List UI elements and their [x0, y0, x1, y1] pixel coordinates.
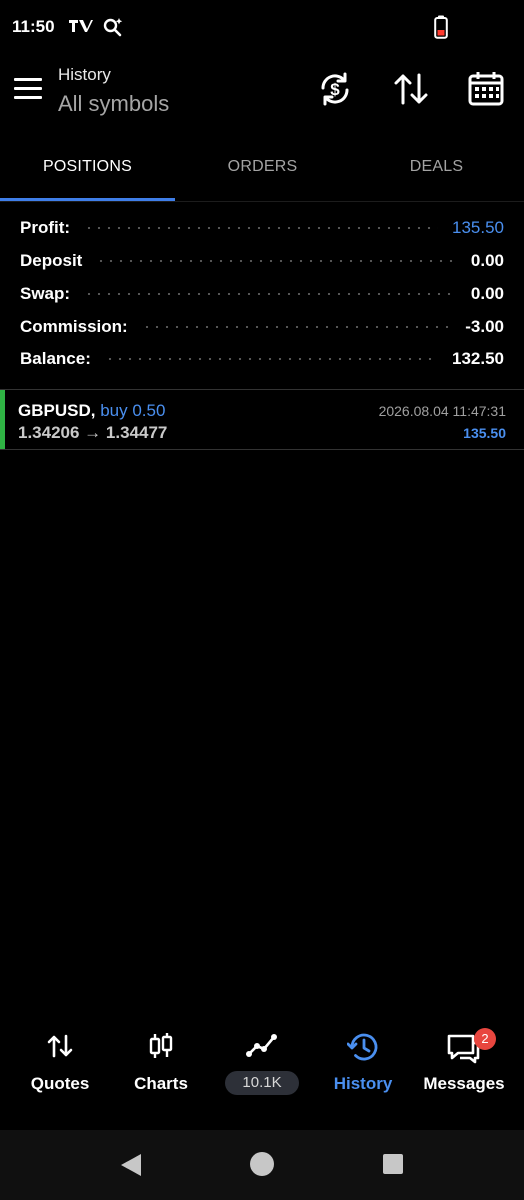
dotted-leader — [104, 358, 438, 361]
nav-charts-label: Charts — [134, 1074, 188, 1093]
tab-orders[interactable]: ORDERS — [175, 134, 350, 200]
dotted-leader — [96, 260, 457, 263]
nav-quotes-label: Quotes — [30, 1074, 90, 1093]
summary-row-balance: Balance: 132.50 — [0, 343, 524, 376]
page-title: History — [58, 65, 111, 84]
candlestick-icon — [147, 1032, 175, 1065]
nav-messages[interactable]: 2 Messages — [412, 1020, 516, 1110]
sort-arrows-icon — [394, 73, 428, 105]
trend-line-icon — [246, 1032, 278, 1065]
position-symbol-line: GBPUSD, buy 0.50 — [18, 401, 165, 421]
summary-value-balance: 132.50 — [452, 349, 504, 369]
menu-icon-bar — [14, 87, 42, 90]
bottom-navigation: Quotes Charts 10.1K History 2 Messages — [0, 1020, 524, 1130]
summary-value-swap: 0.00 — [470, 283, 504, 303]
summary-value-deposit: 0.00 — [470, 251, 504, 271]
tradingview-notification-icon — [68, 18, 94, 39]
menu-icon-bar — [14, 78, 42, 81]
status-bar: 11:50 — [0, 0, 524, 54]
trade-count-pill: 10.1K — [225, 1071, 299, 1095]
tab-positions[interactable]: POSITIONS — [0, 134, 175, 200]
messages-badge: 2 — [474, 1028, 496, 1050]
summary-row-profit: Profit: 135.50 — [0, 212, 524, 245]
recents-icon[interactable] — [382, 1153, 404, 1180]
svg-text:$: $ — [330, 80, 340, 99]
currency-refresh-icon: $ — [321, 72, 349, 106]
battery-low-icon — [434, 15, 448, 44]
summary-label: Balance: — [20, 349, 91, 369]
tab-deals[interactable]: DEALS — [349, 134, 524, 200]
nav-quotes[interactable]: Quotes — [8, 1020, 112, 1110]
active-tab-indicator — [0, 198, 175, 201]
nav-messages-label: Messages — [423, 1074, 505, 1093]
dotted-leader — [84, 227, 438, 230]
menu-icon-bar — [14, 96, 42, 99]
calendar-button[interactable] — [467, 70, 505, 108]
position-profit: 135.50 — [463, 425, 506, 441]
summary-label: Deposit — [20, 251, 83, 271]
summary-row-deposit: Deposit 0.00 — [0, 245, 524, 278]
summary-label: Profit: — [20, 218, 71, 238]
position-symbol: GBPUSD, — [18, 401, 96, 420]
system-navigation-bar — [0, 1130, 524, 1200]
dotted-leader — [84, 292, 457, 295]
position-row[interactable]: GBPUSD, buy 0.50 1.34206 → 1.34477 2026.… — [0, 389, 524, 450]
history-clock-icon — [346, 1032, 379, 1067]
summary-label: Commission: — [20, 316, 128, 336]
quotes-arrows-icon — [46, 1032, 74, 1065]
menu-button[interactable] — [14, 78, 44, 102]
summary-value-commission: -3.00 — [465, 316, 504, 336]
search-sparkle-icon — [102, 16, 124, 43]
sort-button[interactable] — [392, 70, 430, 108]
symbol-filter[interactable]: All symbols — [58, 91, 169, 117]
back-icon[interactable] — [119, 1152, 143, 1183]
summary-label: Swap: — [20, 283, 71, 303]
nav-history[interactable]: History — [311, 1020, 415, 1110]
history-summary: Profit: 135.50 Deposit 0.00 Swap: 0.00 C… — [0, 212, 524, 376]
currency-exchange-button[interactable]: $ — [316, 70, 354, 108]
status-time: 11:50 — [12, 17, 55, 36]
buy-indicator-bar — [0, 390, 5, 449]
position-time: 2026.08.04 11:47:31 — [378, 403, 506, 419]
dotted-leader — [141, 325, 452, 328]
nav-history-label: History — [333, 1074, 393, 1093]
summary-row-swap: Swap: 0.00 — [0, 278, 524, 311]
history-tabs: POSITIONS ORDERS DEALS — [0, 134, 524, 202]
summary-row-commission: Commission: -3.00 — [0, 310, 524, 343]
home-icon[interactable] — [249, 1151, 275, 1182]
position-side-volume: buy 0.50 — [100, 401, 166, 420]
app-header: History All symbols $ — [0, 54, 524, 134]
position-prices: 1.34206 → 1.34477 — [18, 423, 168, 442]
summary-value-profit: 135.50 — [452, 218, 504, 238]
calendar-icon — [468, 72, 504, 106]
nav-charts[interactable]: Charts — [109, 1020, 213, 1110]
nav-trade[interactable]: 10.1K — [210, 1020, 314, 1110]
